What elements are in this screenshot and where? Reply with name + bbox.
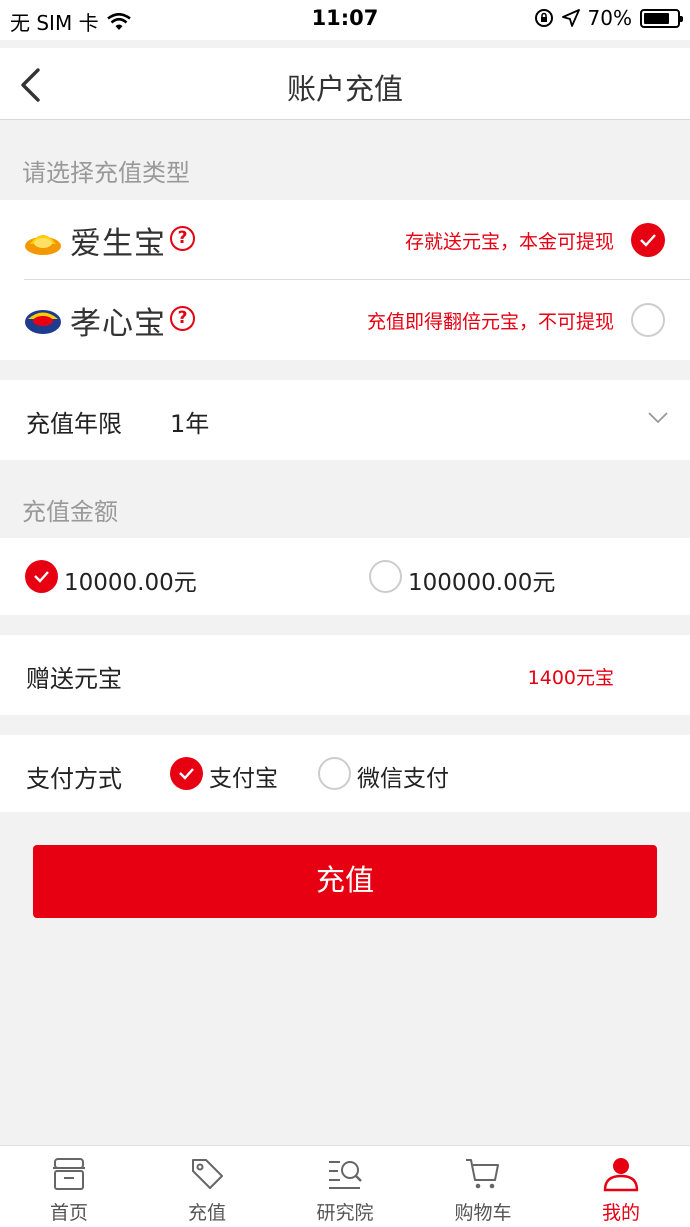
tab-label: 购物车 (454, 1202, 512, 1224)
status-bar: 无 SIM 卡 11:07 70% (0, 0, 690, 40)
amount-option-10000[interactable]: 10000.00元 (64, 563, 197, 597)
payment-option-alipay[interactable]: 支付宝 (209, 759, 278, 793)
store-icon (53, 1158, 85, 1190)
option-name: 爱生宝 (70, 226, 166, 262)
tab-label: 研究院 (316, 1202, 374, 1224)
nav-bar: 账户充值 (0, 48, 690, 120)
checked-circle-icon[interactable] (631, 223, 665, 257)
recharge-submit-button[interactable]: 充值 (33, 845, 657, 918)
recharge-type-card: 爱生宝 ? 存就送元宝，本金可提现 孝心宝 ? 充值即得翻倍元宝，不可提现 (0, 200, 690, 360)
payment-option-wechat[interactable]: 微信支付 (357, 759, 449, 793)
term-value: 1年 (170, 410, 210, 438)
recharge-type-option-aishengbao[interactable]: 爱生宝 ? 存就送元宝，本金可提现 (0, 200, 690, 280)
gold-ingot-icon (25, 235, 61, 255)
bonus-value: 1400元宝 (527, 667, 614, 689)
tab-cart[interactable]: 购物车 (414, 1146, 552, 1227)
tab-research[interactable]: 研究院 (276, 1146, 414, 1227)
payment-row: 支付方式 支付宝 微信支付 (0, 735, 690, 812)
recharge-type-option-xiaoxinbao[interactable]: 孝心宝 ? 充值即得翻倍元宝，不可提现 (0, 280, 690, 360)
page-title: 账户充值 (286, 72, 403, 106)
amount-card: 10000.00元 100000.00元 (0, 538, 690, 615)
status-right: 70% (534, 6, 683, 30)
amount-radio-checked[interactable] (25, 560, 58, 593)
tab-recharge[interactable]: 充值 (138, 1146, 276, 1227)
help-icon[interactable]: ? (170, 226, 195, 251)
user-icon (603, 1158, 639, 1192)
battery-icon (640, 8, 683, 28)
wechat-radio-unchecked[interactable] (318, 757, 351, 790)
bonus-row: 赠送元宝 1400元宝 (0, 635, 690, 715)
recharge-type-label: 请选择充值类型 (22, 159, 190, 187)
option-description: 存就送元宝，本金可提现 (404, 231, 614, 253)
filial-bowl-icon (25, 310, 61, 334)
tab-mine[interactable]: 我的 (552, 1146, 690, 1227)
option-description: 充值即得翻倍元宝，不可提现 (366, 311, 614, 333)
cart-icon (466, 1159, 499, 1189)
help-icon[interactable]: ? (170, 306, 195, 331)
unchecked-circle-icon[interactable] (631, 303, 665, 337)
term-selector[interactable]: 充值年限 1年 (0, 380, 690, 460)
research-icon (329, 1161, 362, 1189)
amount-label: 充值金额 (22, 498, 118, 526)
rotation-lock-icon (534, 9, 553, 27)
chevron-down-icon[interactable] (648, 412, 668, 424)
tab-home[interactable]: 首页 (0, 1146, 138, 1227)
alipay-radio-checked[interactable] (170, 757, 203, 790)
amount-option-100000[interactable]: 100000.00元 (408, 563, 555, 597)
tag-icon (192, 1159, 223, 1189)
tab-label: 充值 (187, 1202, 226, 1224)
tab-bar: 首页 充值 研究院 购物车 我的 (0, 1145, 690, 1227)
tab-label: 首页 (49, 1202, 88, 1224)
battery-percent: 70% (587, 6, 632, 30)
location-icon (561, 9, 580, 27)
payment-label: 支付方式 (26, 765, 122, 793)
amount-radio-unchecked[interactable] (369, 560, 402, 593)
option-name: 孝心宝 (70, 306, 166, 342)
tab-label: 我的 (601, 1202, 640, 1224)
term-label: 充值年限 (26, 410, 122, 438)
bonus-label: 赠送元宝 (26, 665, 122, 693)
